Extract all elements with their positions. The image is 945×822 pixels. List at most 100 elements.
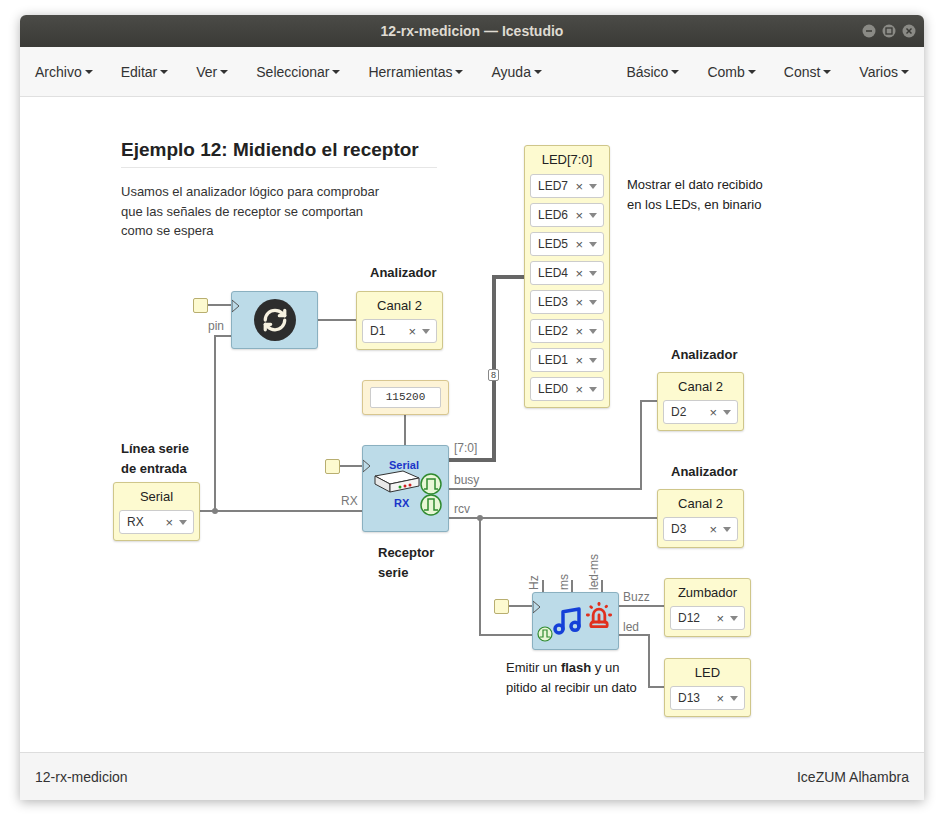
io-pin-box[interactable]: Canal 2 D1× [356,291,443,350]
caret-icon [589,242,597,247]
clear-button[interactable]: × [716,611,724,626]
comment[interactable]: Analizador [671,345,737,365]
menu-item[interactable]: Const [784,64,832,80]
select-value: D3 [671,522,709,536]
pin-select[interactable]: D2× [663,400,738,424]
clear-button[interactable]: × [575,266,583,281]
menu-item[interactable]: Comb [707,64,755,80]
pin-select[interactable]: LED0× [530,377,604,401]
constant-field[interactable]: 115200 [370,387,441,408]
pin-select[interactable]: LED4× [530,261,604,285]
wire[interactable] [601,580,603,592]
wire[interactable] [199,510,362,512]
comment[interactable]: Receptorserie [378,543,434,582]
board-name[interactable]: IceZUM Alhambra [797,769,909,785]
constant-box[interactable]: 115200 [362,380,449,415]
comment[interactable]: Mostrar el dato recibidoen los LEDs, en … [627,175,763,214]
select-value: LED6 [538,208,575,222]
wire[interactable] [619,605,664,607]
clear-button[interactable]: × [575,208,583,223]
window-title: 12-rx-medicion — Icestudio [381,23,564,39]
menu-item[interactable]: Ayuda [491,64,541,80]
select-value: D12 [678,611,716,625]
pin-select[interactable]: RX× [119,510,194,534]
pin-select[interactable]: D12× [670,606,745,630]
caret-icon [589,358,597,363]
pin-select[interactable]: D13× [670,686,745,710]
menu-item[interactable]: Ver [196,64,228,80]
io-pin-box[interactable]: Zumbador D12× [664,578,751,637]
pin-select[interactable]: LED6× [530,203,604,227]
menu-item[interactable]: Herramientas [368,64,463,80]
wire[interactable] [571,580,573,592]
minimize-icon[interactable] [862,24,876,38]
menu-item[interactable]: Básico [626,64,679,80]
select-value: D2 [671,405,709,419]
caret-icon [589,184,597,189]
wire[interactable] [318,319,356,321]
clear-button[interactable]: × [575,237,583,252]
clear-button[interactable]: × [408,324,416,339]
io-pin-box[interactable]: Canal 2D3× [657,489,744,548]
caret-icon [723,527,731,532]
clock-pin[interactable] [494,599,509,614]
menu-group: Archivo Editar Ver Seleccionar Herramientas A… [35,64,542,80]
menu-item[interactable]: Archivo [35,64,93,80]
comment[interactable]: Analizador [671,462,737,482]
bus-wire[interactable] [449,277,524,460]
pin-select[interactable]: LED3× [530,290,604,314]
clock-pin[interactable] [325,459,340,474]
comment[interactable]: Línea seriede entrada [121,439,189,478]
comment[interactable]: Emitir un flash y unpitido al recibir un… [506,658,637,697]
clear-button[interactable]: × [575,382,583,397]
wire[interactable] [449,401,657,489]
menu-item[interactable]: Varios [859,64,909,80]
pin-label: LED[7:0] [530,151,604,169]
wire[interactable] [480,518,532,635]
pin-select[interactable]: LED5× [530,232,604,256]
clear-button[interactable]: × [575,295,583,310]
window-controls [563,24,916,38]
pin-select[interactable]: D1× [362,319,437,343]
clear-button[interactable]: × [575,353,583,368]
comment[interactable]: Analizador [370,263,436,283]
io-pin-box[interactable]: Canal 2 D2× [657,372,744,431]
clear-button[interactable]: × [709,405,717,420]
clear-button[interactable]: × [716,691,724,706]
close-icon[interactable] [902,24,916,38]
wire[interactable] [404,414,406,445]
port-label: [7:0] [454,441,477,455]
wire[interactable] [340,465,362,467]
wire[interactable] [208,304,231,306]
clear-button[interactable]: × [709,522,717,537]
wire[interactable] [509,605,532,607]
pin-select[interactable]: LED2× [530,319,604,343]
pin-select[interactable]: LED1× [530,348,604,372]
menu-item[interactable]: Seleccionar [256,64,340,80]
pin-label: Zumbador [670,584,745,602]
caret-icon [589,271,597,276]
design-canvas[interactable]: Ejemplo 12: Midiendo el receptorUsamos e… [20,97,924,752]
pin-select[interactable]: D3× [663,517,738,541]
clear-button[interactable]: × [575,179,583,194]
caret-icon [160,70,168,74]
clock-pin[interactable] [193,298,208,313]
sync-block[interactable] [231,291,318,349]
menu-item[interactable]: Editar [121,64,169,80]
led-bus-box[interactable]: LED[7:0]LED7×LED6×LED5×LED4×LED3×LED2×LE… [524,145,610,408]
io-pin-box[interactable]: LEDD13× [664,658,751,717]
wire[interactable] [619,635,664,687]
wire[interactable] [542,580,544,592]
pin-select[interactable]: LED7× [530,174,604,198]
caret-icon [422,329,430,334]
wire[interactable] [215,336,231,511]
caret-icon [589,329,597,334]
clear-button[interactable]: × [575,324,583,339]
buzzer-block[interactable] [532,592,619,650]
maximize-icon[interactable] [882,24,896,38]
clear-button[interactable]: × [165,515,173,530]
io-pin-box[interactable]: SerialRX× [113,482,200,541]
serial-rx-block[interactable]: SerialRX [362,445,449,532]
pin-label: Canal 2 [663,378,738,396]
pin-label: Canal 2 [362,297,437,315]
